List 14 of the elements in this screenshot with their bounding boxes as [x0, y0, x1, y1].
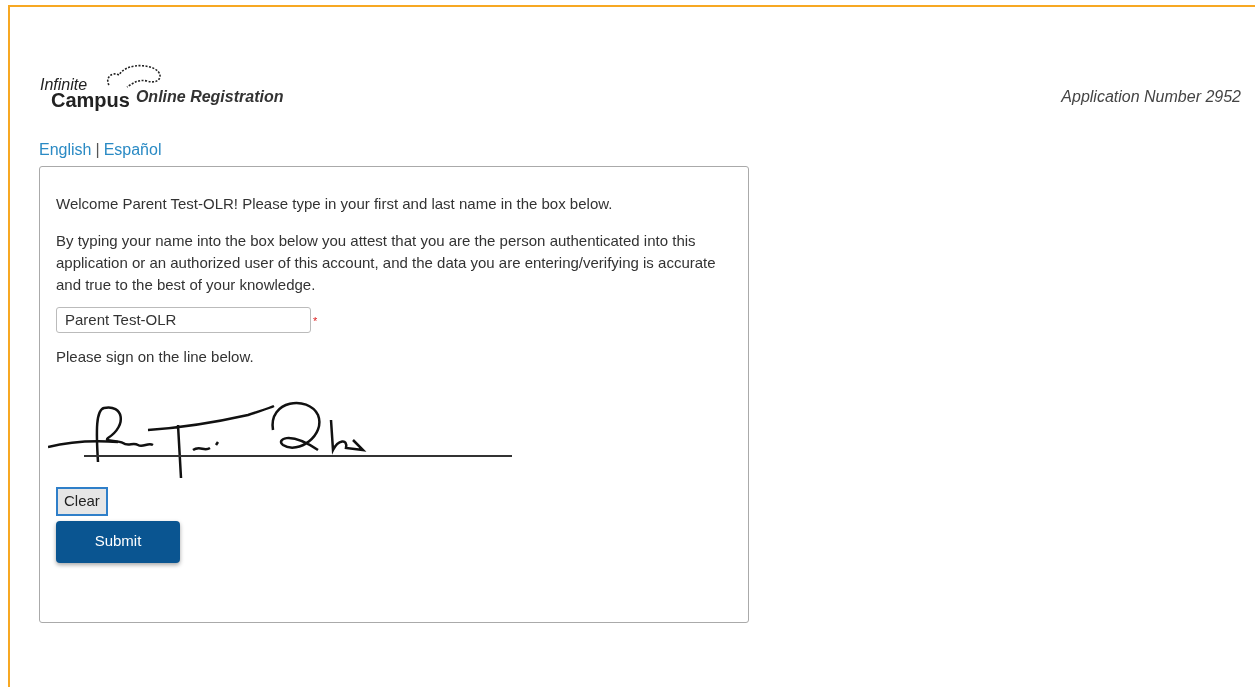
submit-button[interactable]: Submit [56, 520, 180, 563]
language-link[interactable]: Español [103, 138, 162, 162]
clear-button[interactable]: Clear [56, 487, 108, 516]
name-field[interactable]: Parent Test-OLR [56, 306, 311, 333]
application-number: Application Number 2952 [1061, 87, 1241, 107]
separator: | [95, 140, 100, 160]
required-mark: * [313, 313, 318, 329]
welcome-text: Welcome Parent Test-OLR! Please type in your first and last name in the box below. [56, 194, 614, 214]
sign-prompt: Please sign on the line below. [56, 346, 255, 367]
logo-text: Infinite [40, 77, 89, 93]
product-name: Online Registration [135, 87, 284, 107]
logo-text: Campus [51, 90, 130, 110]
language-link[interactable]: English [39, 138, 92, 162]
attestation-text: By typing your name into the box below you attest that you are the person authenticated into this application or an authorized user of this account, and the data you are entering/verifying is accurate and true to the best of your knowledge. [56, 230, 717, 295]
